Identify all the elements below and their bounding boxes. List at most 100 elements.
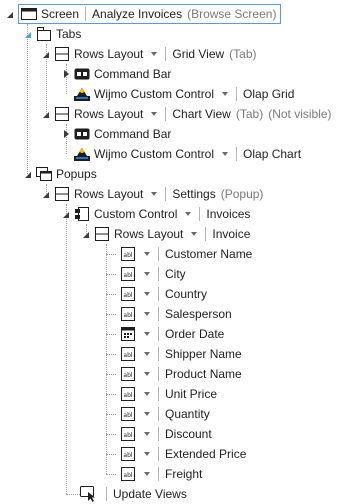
expand-toggle[interactable] <box>40 184 52 204</box>
chevron-down-icon[interactable] <box>191 232 198 236</box>
field-item[interactable]: abl Extended Price <box>120 444 246 464</box>
tree-node-invoice[interactable]: Rows Layout Invoice <box>80 224 250 244</box>
tree-line <box>106 254 116 255</box>
svg-text:abl: abl <box>123 472 132 479</box>
chevron-down-icon[interactable] <box>144 372 150 376</box>
layout-label: Rows Layout <box>74 47 144 61</box>
field-label: Country <box>165 287 208 301</box>
svg-text:abl: abl <box>123 432 132 439</box>
tree-node-popups[interactable]: Popups <box>22 164 97 184</box>
chevron-down-icon[interactable] <box>144 472 150 476</box>
command-bar-label: Command Bar <box>94 67 172 81</box>
tree-node-command-bar[interactable]: Command Bar <box>60 124 171 144</box>
tree-line <box>66 204 67 494</box>
field-item[interactable]: abl Shipper Name <box>120 344 242 364</box>
expand-toggle[interactable] <box>60 64 72 84</box>
separator <box>165 107 167 121</box>
separator <box>158 307 159 321</box>
tree-line <box>106 274 116 275</box>
chevron-down-icon[interactable] <box>144 412 150 416</box>
chevron-down-icon[interactable] <box>144 332 150 336</box>
chevron-down-icon[interactable] <box>144 272 150 276</box>
chevron-down-icon[interactable] <box>151 192 158 196</box>
chevron-down-icon[interactable] <box>144 452 150 456</box>
rows-layout-icon <box>54 106 70 122</box>
field-item[interactable]: Order Date <box>120 324 224 344</box>
field-item[interactable]: abl Discount <box>120 424 212 444</box>
selected-node-box[interactable]: Screen Analyze Invoices (Browse Screen) <box>18 4 282 24</box>
tree-node-command-bar[interactable]: Command Bar <box>60 64 171 84</box>
tree-node-screen[interactable]: Screen Analyze Invoices (Browse Screen) <box>4 4 282 24</box>
layout-label: Rows Layout <box>74 187 144 201</box>
tree-node-update-views[interactable]: Update Views <box>80 484 187 504</box>
popups-icon <box>36 166 52 182</box>
tree-node-chart-view[interactable]: Rows Layout Chart View (Tab) (Not visibl… <box>40 104 332 124</box>
layout-label: Rows Layout <box>74 107 144 121</box>
control-type-label: Wijmo Custom Control <box>94 147 215 161</box>
chevron-down-icon[interactable] <box>144 292 150 296</box>
command-bar-icon <box>74 126 90 142</box>
chevron-down-icon[interactable] <box>144 352 150 356</box>
field-label: Unit Price <box>165 387 218 401</box>
field-item[interactable]: abl Salesperson <box>120 304 232 324</box>
field-label: City <box>165 267 186 281</box>
expand-toggle[interactable] <box>60 204 72 224</box>
field-item[interactable]: abl Freight <box>120 464 202 484</box>
tree-line <box>106 474 116 475</box>
separator <box>158 427 159 441</box>
field-item[interactable]: abl Country <box>120 284 207 304</box>
update-views-label: Update Views <box>113 487 187 501</box>
separator <box>165 47 167 61</box>
expand-toggle[interactable] <box>80 224 92 244</box>
popups-label: Popups <box>56 167 97 181</box>
custom-control-icon <box>74 206 90 222</box>
field-label: Quantity <box>165 407 210 421</box>
chevron-down-icon[interactable] <box>222 92 229 96</box>
field-label: Freight <box>165 467 203 481</box>
chevron-down-icon[interactable] <box>151 52 158 56</box>
separator <box>106 487 107 501</box>
tree-node-grid-view[interactable]: Rows Layout Grid View (Tab) <box>40 44 257 64</box>
expand-toggle[interactable] <box>22 164 34 184</box>
field-label: Shipper Name <box>165 347 242 361</box>
layout-label: Rows Layout <box>114 227 184 241</box>
chevron-down-icon[interactable] <box>222 152 229 156</box>
expand-toggle[interactable] <box>40 44 52 64</box>
wijmo-icon <box>74 146 90 162</box>
tree-node-custom-control[interactable]: Custom Control Invoices <box>60 204 250 224</box>
field-label: Discount <box>165 427 212 441</box>
expand-toggle[interactable] <box>22 24 34 44</box>
tree-node-wijmo-grid[interactable]: Wijmo Custom Control Olap Grid <box>74 84 294 104</box>
field-item[interactable]: abl Quantity <box>120 404 210 424</box>
chevron-down-icon[interactable] <box>144 252 150 256</box>
screen-icon <box>21 6 37 22</box>
field-label: Customer Name <box>165 247 253 261</box>
tree-node-settings[interactable]: Rows Layout Settings (Popup) <box>40 184 263 204</box>
expand-toggle[interactable] <box>60 124 72 144</box>
chevron-down-icon[interactable] <box>185 212 192 216</box>
tree-node-tabs[interactable]: Tabs <box>22 24 81 44</box>
separator <box>205 227 207 241</box>
control-name: Olap Chart <box>243 147 302 161</box>
expand-toggle[interactable] <box>4 4 16 24</box>
separator <box>165 187 167 201</box>
command-bar-label: Command Bar <box>94 127 172 141</box>
expand-toggle[interactable] <box>40 104 52 124</box>
svg-text:abl: abl <box>123 372 132 379</box>
tabs-icon <box>36 26 52 42</box>
field-item[interactable]: abl Customer Name <box>120 244 252 264</box>
svg-text:abl: abl <box>123 412 132 419</box>
field-item[interactable]: abl Unit Price <box>120 384 217 404</box>
tree-line <box>106 414 116 415</box>
field-item[interactable]: abl Product Name <box>120 364 242 384</box>
chevron-down-icon[interactable] <box>144 312 150 316</box>
tree-node-wijmo-chart[interactable]: Wijmo Custom Control Olap Chart <box>74 144 301 164</box>
tab-note: (Tab) <box>235 107 264 121</box>
field-item[interactable]: abl City <box>120 264 186 284</box>
chevron-down-icon[interactable] <box>144 392 150 396</box>
tree-line <box>66 494 80 495</box>
chevron-down-icon[interactable] <box>151 112 158 116</box>
svg-text:abl: abl <box>123 292 132 299</box>
separator <box>158 327 159 341</box>
chevron-down-icon[interactable] <box>144 432 150 436</box>
